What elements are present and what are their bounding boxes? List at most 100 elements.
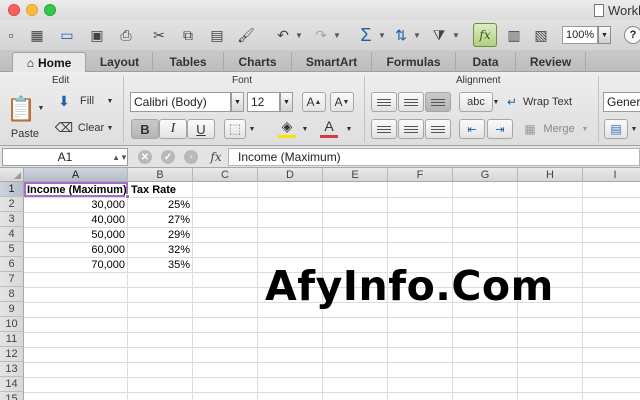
clipboard-icon[interactable]: 📋 xyxy=(4,94,38,124)
function-icon[interactable]: ◦ xyxy=(184,150,198,164)
fill-color-icon[interactable]: ◈ xyxy=(276,117,298,135)
cell-b2[interactable]: 25% xyxy=(128,197,193,212)
wrap-text-icon[interactable]: ↵ xyxy=(503,92,521,112)
decrease-indent-icon[interactable]: ⇤ xyxy=(459,119,485,139)
row-header-7[interactable]: 7 xyxy=(0,272,24,287)
column-header-e[interactable]: E xyxy=(323,168,388,182)
row-header-14[interactable]: 14 xyxy=(0,377,24,392)
merge-button[interactable]: Merge xyxy=(542,119,576,139)
font-name-field[interactable]: Calibri (Body) xyxy=(130,92,231,112)
undo-dropdown-icon[interactable]: ▼ xyxy=(295,23,303,47)
select-all-corner[interactable] xyxy=(0,168,24,182)
autosum-dropdown-icon[interactable]: ▼ xyxy=(378,23,386,47)
fill-dropdown-icon[interactable]: ▼ xyxy=(105,96,115,106)
cut-icon[interactable]: ✂ xyxy=(148,23,170,47)
align-right-button[interactable] xyxy=(425,119,451,139)
cell-a4[interactable]: 50,000 xyxy=(24,227,128,242)
cell-b3[interactable]: 27% xyxy=(128,212,193,227)
row-header-2[interactable]: 2 xyxy=(0,197,24,212)
redo-dropdown-icon[interactable]: ▼ xyxy=(333,23,341,47)
redo-icon[interactable]: ↷ xyxy=(310,23,332,47)
align-middle-button[interactable] xyxy=(398,92,424,112)
zoom-dropdown-icon[interactable]: ▼ xyxy=(598,26,611,44)
row-header-1[interactable]: 1 xyxy=(0,182,24,197)
minimize-window-button[interactable] xyxy=(26,4,38,16)
currency-format-icon[interactable]: ▤ xyxy=(604,119,628,139)
format-painter-icon[interactable]: 🖌 xyxy=(235,23,257,47)
copy-icon[interactable]: ⧉ xyxy=(177,23,199,47)
column-header-b[interactable]: B xyxy=(128,168,193,182)
help-button[interactable]: ? xyxy=(624,26,640,44)
name-box[interactable]: A1 xyxy=(2,148,128,166)
column-header-i[interactable]: I xyxy=(583,168,640,182)
zoom-window-button[interactable] xyxy=(44,4,56,16)
row-header-11[interactable]: 11 xyxy=(0,332,24,347)
tab-smartart[interactable]: SmartArt xyxy=(292,52,372,72)
fill-button[interactable]: Fill xyxy=(78,92,96,110)
row-header-13[interactable]: 13 xyxy=(0,362,24,377)
fill-handle[interactable] xyxy=(125,194,130,199)
column-header-h[interactable]: H xyxy=(518,168,583,182)
font-size-field[interactable]: 12 xyxy=(247,92,280,112)
wrap-text-button[interactable]: Wrap Text xyxy=(523,92,583,112)
row-header-3[interactable]: 3 xyxy=(0,212,24,227)
orientation-dropdown-icon[interactable]: ▼ xyxy=(492,97,500,107)
paste-icon[interactable]: ▤ xyxy=(206,23,228,47)
tab-tables[interactable]: Tables xyxy=(153,52,224,72)
clear-button[interactable]: Clear xyxy=(78,119,104,137)
autosum-icon[interactable]: Σ xyxy=(355,23,377,47)
zoom-field[interactable]: 100% xyxy=(562,26,598,44)
save-icon[interactable]: ▣ xyxy=(86,23,108,47)
cell-b1[interactable]: Tax Rate xyxy=(128,182,193,197)
row-header-6[interactable]: 6 xyxy=(0,257,24,272)
cell-b4[interactable]: 29% xyxy=(128,227,193,242)
fill-down-icon[interactable]: ⬇ xyxy=(54,92,74,110)
tab-home[interactable]: ⌂ Home xyxy=(12,52,86,72)
tab-charts[interactable]: Charts xyxy=(224,52,292,72)
tab-review[interactable]: Review xyxy=(516,52,586,72)
clear-dropdown-icon[interactable]: ▼ xyxy=(105,123,115,133)
tab-layout[interactable]: Layout xyxy=(87,52,153,72)
currency-dropdown-icon[interactable]: ▼ xyxy=(629,124,639,134)
column-header-f[interactable]: F xyxy=(388,168,453,182)
new-document-icon[interactable]: ▫ xyxy=(0,23,22,47)
open-folder-icon[interactable]: ▭ xyxy=(56,23,78,47)
font-size-dropdown-icon[interactable]: ▼ xyxy=(280,92,293,112)
media-browser-icon[interactable]: ▥ xyxy=(503,23,525,47)
shrink-font-button[interactable]: A ▼ xyxy=(330,92,354,112)
sort-dropdown-icon[interactable]: ▼ xyxy=(413,23,421,47)
eraser-icon[interactable]: ⌫ xyxy=(54,119,74,137)
cell-a5[interactable]: 60,000 xyxy=(24,242,128,257)
close-window-button[interactable] xyxy=(8,4,20,16)
formula-builder-button[interactable]: fx xyxy=(473,23,497,47)
font-name-dropdown-icon[interactable]: ▼ xyxy=(231,92,244,112)
filter-icon[interactable]: ⧩ xyxy=(428,23,450,47)
row-header-15[interactable]: 15 xyxy=(0,392,24,400)
row-header-5[interactable]: 5 xyxy=(0,242,24,257)
cell-a6[interactable]: 70,000 xyxy=(24,257,128,272)
filter-dropdown-icon[interactable]: ▼ xyxy=(452,23,460,47)
paste-button[interactable]: Paste xyxy=(7,127,43,140)
font-color-icon[interactable]: A xyxy=(318,117,340,135)
row-header-9[interactable]: 9 xyxy=(0,302,24,317)
cell-b6[interactable]: 35% xyxy=(128,257,193,272)
align-bottom-button[interactable] xyxy=(425,92,451,112)
undo-icon[interactable]: ↶ xyxy=(272,23,294,47)
insert-function-icon[interactable]: fx xyxy=(206,148,226,166)
align-center-button[interactable] xyxy=(398,119,424,139)
number-format-field[interactable]: General xyxy=(603,92,640,112)
italic-button[interactable]: I xyxy=(159,119,187,139)
show-hide-icon[interactable]: ▧ xyxy=(530,23,552,47)
cell-a2[interactable]: 30,000 xyxy=(24,197,128,212)
sort-icon[interactable]: ⇅ xyxy=(390,23,412,47)
merge-icon[interactable]: ▦ xyxy=(520,119,540,139)
text-orientation-button[interactable]: abc xyxy=(459,92,493,112)
column-header-d[interactable]: D xyxy=(258,168,323,182)
row-header-8[interactable]: 8 xyxy=(0,287,24,302)
cell-a3[interactable]: 40,000 xyxy=(24,212,128,227)
font-color-dropdown-icon[interactable]: ▼ xyxy=(344,124,354,134)
borders-dropdown-icon[interactable]: ▼ xyxy=(247,124,257,134)
tab-formulas[interactable]: Formulas xyxy=(372,52,456,72)
print-icon[interactable]: ⎙ xyxy=(115,23,137,47)
underline-button[interactable]: U xyxy=(187,119,215,139)
